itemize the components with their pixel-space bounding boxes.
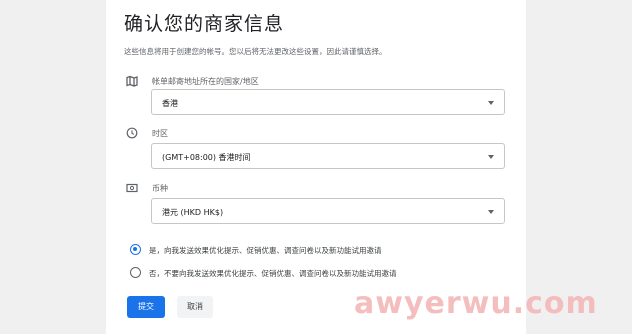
submit-button[interactable]: 提交 [127,296,165,318]
currency-icon [126,182,138,194]
watermark: awyerwu.com [354,286,598,321]
country-select[interactable]: 香港 [151,89,505,115]
radio-yes[interactable] [130,244,141,255]
currency-label: 币种 [152,184,168,193]
radio-no[interactable] [130,267,141,278]
chevron-down-icon [488,210,494,214]
currency-value: 港元 (HKD HK$) [162,208,224,217]
timezone-select[interactable]: (GMT+08:00) 香港时间 [151,143,505,169]
country-value: 香港 [162,99,178,108]
country-label: 帐单邮寄地址所在的国家/地区 [152,77,259,86]
cancel-button[interactable]: 取消 [177,296,213,318]
chevron-down-icon [488,101,494,105]
page-title: 确认您的商家信息 [124,13,285,35]
timezone-value: (GMT+08:00) 香港时间 [162,153,251,162]
radio-yes-label: 是，向我发送效果优化提示、促销优惠、调查问卷以及新功能试用邀请 [149,246,382,255]
chevron-down-icon [488,155,494,159]
currency-select[interactable]: 港元 (HKD HK$) [151,198,505,224]
map-icon [126,75,138,87]
clock-icon [126,127,138,139]
radio-no-label: 否，不要向我发送效果优化提示、促销优惠、调查问卷以及新功能试用邀请 [149,269,397,278]
timezone-label: 时区 [152,129,168,138]
page-subtitle: 这些信息将用于创建您的帐号。您以后将无法更改这些设置，因此请谨慎选择。 [124,47,387,56]
